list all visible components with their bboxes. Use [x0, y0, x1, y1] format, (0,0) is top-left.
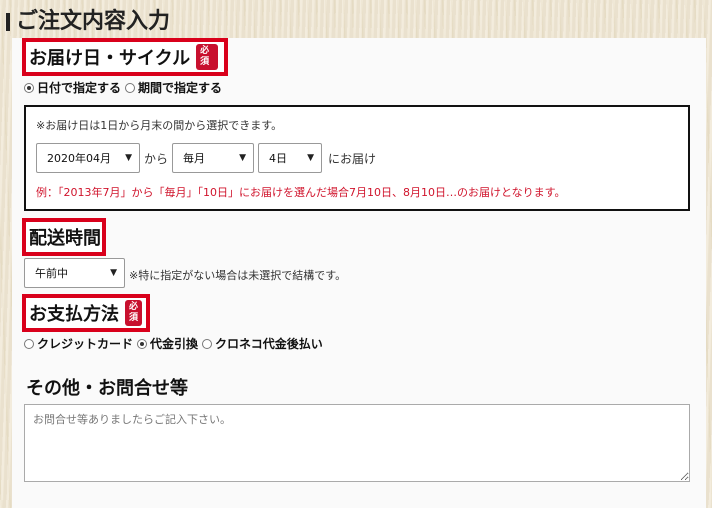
- delivery-time-note: ※特に指定がない場合は未選択で結構です。: [129, 269, 347, 282]
- page-title: ご注文内容入力: [6, 4, 170, 34]
- delivery-cycle-heading: お届け日・サイクル 必須: [22, 38, 228, 76]
- delivery-time-select[interactable]: 午前中 ▼: [24, 258, 125, 288]
- chevron-down-icon: ▼: [239, 153, 246, 163]
- payment-required-badge: 必須: [125, 300, 143, 326]
- from-text: から: [144, 152, 169, 166]
- cycle-select[interactable]: 毎月 ▼: [172, 143, 254, 173]
- delivery-time-heading-label: 配送時間: [29, 228, 101, 249]
- cycle-select-value: 毎月: [183, 152, 205, 165]
- radio-kuroneko-postpay[interactable]: [202, 338, 213, 349]
- radio-specify-by-period-label[interactable]: 期間で指定する: [138, 79, 222, 96]
- radio-specify-by-period[interactable]: [125, 82, 136, 93]
- radio-specify-by-date[interactable]: [24, 82, 34, 93]
- month-select[interactable]: 2020年04月 ▼: [36, 143, 140, 173]
- radio-cash-on-delivery-label[interactable]: 代金引換: [150, 335, 198, 352]
- payment-heading: お支払方法 必須: [22, 294, 150, 332]
- delivery-date-box: ※お届け日は1日から月末の間から選択できます。 2020年04月 ▼ から 毎月…: [24, 105, 690, 211]
- chevron-down-icon: ▼: [110, 268, 117, 278]
- radio-credit-card-label[interactable]: クレジットカード: [37, 335, 133, 352]
- chevron-down-icon: ▼: [307, 153, 314, 163]
- delivery-cycle-heading-label: お届け日・サイクル: [29, 48, 191, 69]
- radio-kuroneko-postpay-label[interactable]: クロネコ代金後払い: [215, 335, 323, 352]
- payment-heading-label: お支払方法: [29, 304, 119, 325]
- radio-credit-card[interactable]: [24, 338, 34, 349]
- month-select-value: 2020年04月: [47, 152, 111, 165]
- chevron-down-icon: ▼: [125, 153, 132, 163]
- order-form-panel: お届け日・サイクル 必須 日付で指定する 期間で指定する ※お届け日は1日から月…: [12, 38, 706, 508]
- page-title-text: ご注文内容入力: [16, 9, 171, 34]
- delivery-cycle-required-badge: 必須: [196, 44, 218, 70]
- deliver-text: にお届け: [328, 152, 377, 166]
- payment-radio-group: クレジットカード 代金引換 クロネコ代金後払い: [24, 335, 327, 352]
- delivery-time-heading: 配送時間: [22, 218, 106, 256]
- inquiry-textarea[interactable]: [24, 404, 690, 482]
- delivery-method-radio-group: 日付で指定する 期間で指定する: [24, 79, 226, 96]
- radio-specify-by-date-label[interactable]: 日付で指定する: [37, 79, 121, 96]
- radio-cash-on-delivery[interactable]: [137, 338, 148, 349]
- day-select-value: 4日: [269, 152, 287, 165]
- delivery-date-note: ※お届け日は1日から月末の間から選択できます。: [36, 119, 283, 132]
- delivery-example-text: 例：「2013年7月」から「毎月」「10日」にお届けを選んだ場合7月10日、8月…: [36, 186, 566, 199]
- other-inquiry-heading: その他・お問合せ等: [26, 378, 188, 399]
- delivery-time-select-value: 午前中: [35, 267, 68, 280]
- title-bar-decoration: [6, 13, 10, 31]
- day-select[interactable]: 4日 ▼: [258, 143, 322, 173]
